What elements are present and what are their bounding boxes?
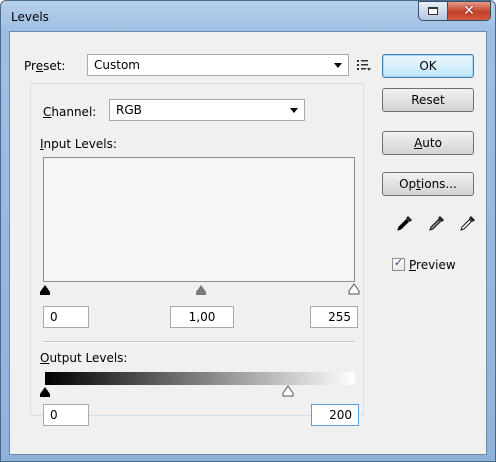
auto-button[interactable]: Auto <box>382 131 474 155</box>
minimize-button[interactable] <box>418 1 448 21</box>
channel-value: RGB <box>116 103 142 117</box>
preview-label[interactable]: Preview <box>409 258 456 272</box>
minimize-icon <box>428 7 438 15</box>
output-black-slider-base <box>40 394 50 397</box>
preset-value: Custom <box>94 58 140 72</box>
chevron-down-icon <box>334 63 342 68</box>
input-gamma-slider-base <box>196 292 206 295</box>
close-icon: ✕ <box>463 3 475 19</box>
preview-checkbox[interactable]: ✓ <box>392 256 405 271</box>
output-gradient <box>45 372 355 385</box>
chevron-down-icon <box>290 108 298 113</box>
output-black-slider[interactable] <box>40 387 50 394</box>
input-white-field[interactable]: 255 <box>310 306 358 328</box>
preset-dropdown[interactable]: Custom <box>87 54 349 76</box>
ok-button[interactable]: OK <box>382 54 474 78</box>
input-gamma-slider[interactable] <box>196 285 206 292</box>
checkmark-icon: ✓ <box>394 256 404 269</box>
histogram <box>43 157 355 282</box>
input-levels-label: Input Levels: <box>40 137 117 151</box>
input-black-slider-base <box>40 292 50 295</box>
input-black-slider[interactable] <box>40 285 50 292</box>
reset-button[interactable]: Reset <box>382 88 474 112</box>
window-title: Levels <box>11 10 49 24</box>
channel-dropdown[interactable]: RGB <box>109 99 305 121</box>
output-black-field[interactable]: 0 <box>43 404 89 426</box>
input-white-slider[interactable] <box>348 283 360 295</box>
channel-label: Channel: <box>43 105 97 119</box>
options-button[interactable]: Options... <box>382 172 474 196</box>
levels-separator <box>43 341 355 343</box>
preset-label: Preset: <box>24 59 66 73</box>
white-eyedropper-icon[interactable] <box>459 214 477 232</box>
output-levels-label: Output Levels: <box>40 351 128 365</box>
close-button[interactable]: ✕ <box>447 1 491 21</box>
black-eyedropper-icon[interactable] <box>396 214 414 232</box>
gray-eyedropper-icon[interactable] <box>428 214 446 232</box>
output-white-slider[interactable] <box>282 385 294 397</box>
preset-menu-icon[interactable] <box>356 57 372 73</box>
input-black-field[interactable]: 0 <box>43 306 89 328</box>
input-gamma-field[interactable]: 1,00 <box>170 306 234 328</box>
output-white-field[interactable]: 200 <box>311 404 359 426</box>
